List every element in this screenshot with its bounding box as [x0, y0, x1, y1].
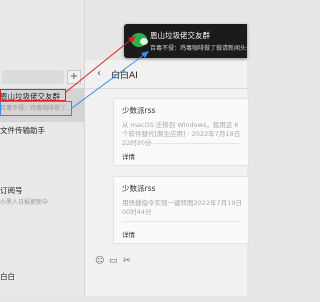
- notification-message: 百毒不侵：鸡毒咖啡做了做请新闻头条: [150, 45, 247, 52]
- emoji-icon[interactable]: ☺: [95, 256, 104, 266]
- card-details-link[interactable]: 详情: [122, 229, 135, 239]
- highlight-box-blue: [0, 101, 72, 116]
- chat-name: 订阅号: [0, 186, 23, 195]
- card-details-link[interactable]: 详情: [122, 151, 135, 161]
- chat-header: ‹ 白白AI: [85, 60, 247, 89]
- notification-title: 恩山垃圾佬交友群: [150, 31, 210, 40]
- chat-list-sidebar: + 恩山垃圾佬交友群 百毒不侵：鸡毒咖啡做了... 文件传输助手 订阅号 小黑人…: [0, 0, 85, 296]
- card-description: 用快捷指令实现一键转图2022年7月19日00时44分: [122, 199, 242, 216]
- add-chat-button[interactable]: +: [67, 70, 81, 84]
- wechat-logo-icon: [131, 33, 148, 47]
- chat-list-item[interactable]: 白白: [0, 268, 84, 302]
- chat-list-item[interactable]: 订阅号 小黑人日报更新中: [0, 182, 84, 216]
- back-icon[interactable]: ‹: [97, 68, 101, 79]
- message-card[interactable]: 少数派rss 用快捷指令实现一键转图2022年7月19日00时44分 详情: [113, 176, 249, 244]
- chat-name: 白白: [0, 272, 15, 281]
- folder-icon[interactable]: ▭: [109, 256, 118, 266]
- search-input[interactable]: [2, 70, 64, 84]
- chat-list-item[interactable]: 文件传输助手: [0, 122, 84, 156]
- card-title: 少数派rss: [122, 184, 156, 193]
- chat-window: ‹ 白白AI 少数派rss 从 macOS 迁移到 Windows，我用这 6 …: [85, 60, 249, 296]
- scissors-icon[interactable]: ✂: [123, 256, 131, 266]
- message-card[interactable]: 少数派rss 从 macOS 迁移到 Windows，我用这 6 个软件替代[原…: [113, 98, 249, 166]
- chat-name: 文件传输助手: [0, 126, 45, 135]
- chat-preview: 小黑人日报更新中: [0, 199, 49, 206]
- card-title: 少数派rss: [122, 106, 156, 115]
- card-divider: [122, 143, 240, 144]
- chat-title: 白白AI: [111, 71, 138, 81]
- highlight-box-red: [0, 89, 66, 101]
- notification-popup[interactable]: 恩山垃圾佬交友群 百毒不侵：鸡毒咖啡做了做请新闻头条: [124, 24, 247, 58]
- card-divider: [122, 221, 240, 222]
